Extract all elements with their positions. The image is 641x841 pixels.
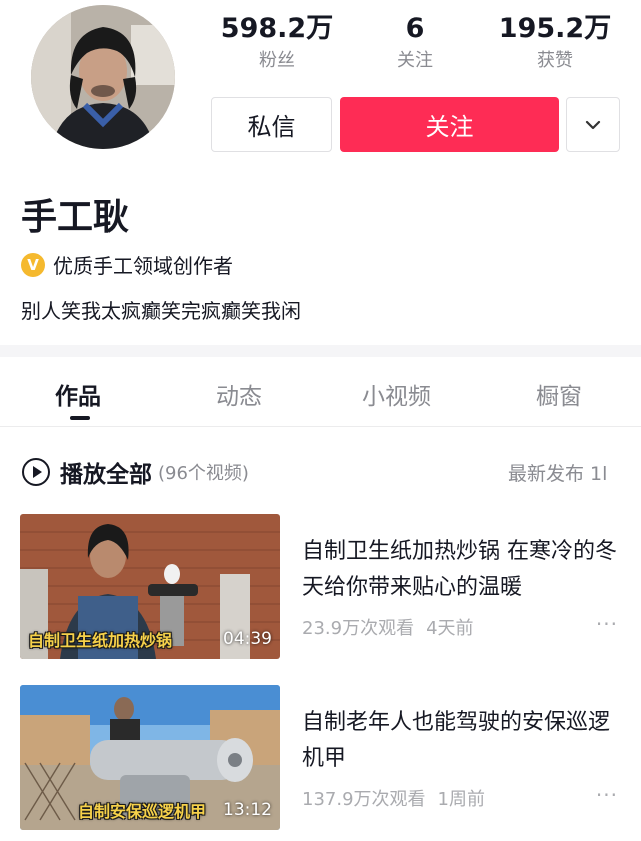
profile-stats: 598.2万 粉丝 6 关注 195.2万 获赞 (212, 12, 620, 82)
content-tabs: 作品 动态 小视频 橱窗 (0, 357, 641, 427)
tab-dynamics[interactable]: 动态 (216, 377, 262, 411)
thumbnail-caption-text: 自制安保巡逻机甲 (78, 802, 207, 821)
chevron-down-icon (585, 120, 601, 129)
tab-short-videos[interactable]: 小视频 (362, 377, 431, 411)
tab-works[interactable]: 作品 (55, 377, 101, 411)
more-options-button[interactable] (566, 97, 620, 152)
following-label: 关注 (397, 50, 433, 71)
thumbnail-caption-text: 自制卫生纸加热炒锅 (28, 631, 173, 650)
likes-count: 195.2万 (498, 13, 612, 44)
more-dots-icon[interactable]: ··· (596, 612, 618, 636)
more-dots-icon[interactable]: ··· (596, 783, 618, 807)
active-tab-indicator (70, 416, 90, 420)
video-item[interactable]: 自制安保巡逻机甲 13:12 自制老年人也能驾驶的安保巡逻机甲 137.9万次观… (20, 685, 620, 830)
video-duration: 04:39 (223, 629, 272, 649)
video-views: 23.9万次观看 (302, 618, 415, 639)
video-item[interactable]: 自制卫生纸加热炒锅 04:39 自制卫生纸加热炒锅 在寒冷的冬天给你带来贴心的温… (20, 514, 620, 659)
video-title[interactable]: 自制老年人也能驾驶的安保巡逻机甲 (302, 705, 620, 777)
tab-showcase[interactable]: 橱窗 (536, 377, 582, 411)
tabs-border (0, 426, 641, 427)
stat-likes[interactable]: 195.2万 获赞 (490, 12, 620, 74)
video-meta: 23.9万次观看 4天前 (302, 614, 474, 640)
followers-label: 粉丝 (259, 50, 295, 71)
stat-followers[interactable]: 598.2万 粉丝 (212, 12, 342, 74)
follow-button[interactable]: 关注 (340, 97, 559, 152)
badge-text: 优质手工领域创作者 (53, 254, 233, 278)
creator-badge: V 优质手工领域创作者 (21, 250, 233, 279)
profile-name: 手工耿 (21, 197, 130, 238)
video-thumbnail[interactable]: 自制卫生纸加热炒锅 04:39 (20, 514, 280, 659)
play-all-label: 播放全部 (60, 462, 152, 488)
message-button[interactable]: 私信 (211, 97, 332, 152)
thumbnail-caption: 自制卫生纸加热炒锅 04:39 (20, 627, 280, 651)
section-divider (0, 345, 641, 357)
profile-bio: 别人笑我太疯癫笑完疯癫笑我闲 (21, 299, 301, 323)
play-all-button[interactable]: 播放全部 (96个视频) (22, 455, 249, 489)
likes-label: 获赞 (537, 50, 573, 71)
video-time: 4天前 (426, 618, 474, 639)
following-count: 6 (405, 13, 425, 44)
sort-latest-button[interactable]: 最新发布 1l (508, 459, 607, 486)
stat-following[interactable]: 6 关注 (350, 12, 480, 74)
play-circle-icon (22, 458, 50, 486)
video-duration: 13:12 (223, 800, 272, 820)
video-views: 137.9万次观看 (302, 789, 426, 810)
video-meta: 137.9万次观看 1周前 (302, 785, 485, 811)
video-time: 1周前 (437, 789, 485, 810)
followers-count: 598.2万 (220, 13, 334, 44)
avatar[interactable] (31, 5, 175, 149)
video-title[interactable]: 自制卫生纸加热炒锅 在寒冷的冬天给你带来贴心的温暖 (302, 534, 620, 606)
avatar-photo (31, 5, 175, 149)
verified-v-icon: V (21, 252, 45, 277)
video-count: (96个视频) (158, 463, 249, 484)
thumbnail-caption: 自制安保巡逻机甲 13:12 (20, 798, 280, 822)
video-thumbnail[interactable]: 自制安保巡逻机甲 13:12 (20, 685, 280, 830)
